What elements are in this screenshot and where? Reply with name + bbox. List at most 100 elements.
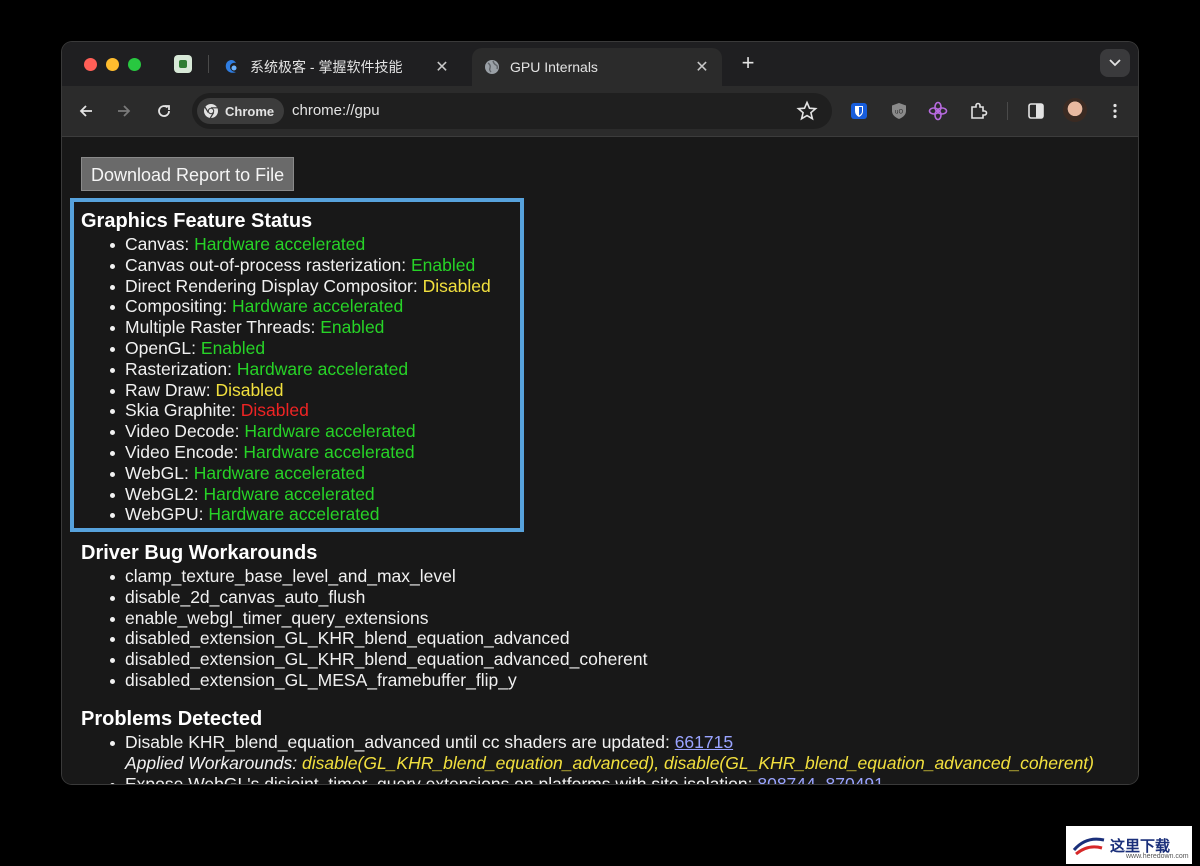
ai-extension-icon[interactable] bbox=[926, 99, 950, 123]
site-info-chip[interactable]: Chrome bbox=[197, 98, 285, 124]
feature-status-item: Canvas out-of-process rasterization: Ena… bbox=[110, 254, 491, 276]
browser-window: 系统极客 - 掌握软件技能 ✕ GPU Internals ✕ + Chrome… bbox=[62, 42, 1138, 784]
download-report-button[interactable]: Download Report to File bbox=[81, 157, 295, 191]
feature-name: Compositing: bbox=[125, 296, 232, 317]
back-button[interactable] bbox=[74, 99, 98, 123]
chip-label: Chrome bbox=[225, 103, 275, 119]
feature-status-item: OpenGL: Enabled bbox=[110, 337, 491, 359]
more-vert-icon bbox=[1113, 103, 1117, 119]
feature-status-value: Enabled bbox=[410, 254, 476, 275]
puzzle-icon bbox=[971, 102, 988, 119]
feature-status-value: Hardware accelerated bbox=[236, 358, 409, 379]
close-tab-icon[interactable]: ✕ bbox=[434, 57, 450, 77]
tab-gpu-internals[interactable]: GPU Internals ✕ bbox=[472, 48, 722, 86]
svg-text:uO: uO bbox=[895, 109, 904, 116]
feature-name: Canvas out-of-process rasterization: bbox=[125, 254, 411, 275]
applied-workarounds: Applied Workarounds: disable(GL_KHR_blen… bbox=[125, 753, 1094, 773]
feature-status-item: Multiple Raster Threads: Enabled bbox=[110, 317, 491, 338]
feature-status-value: Enabled bbox=[320, 317, 385, 338]
feature-name: OpenGL: bbox=[125, 337, 201, 358]
minimize-window-button[interactable] bbox=[106, 58, 119, 71]
arrow-left-icon bbox=[79, 105, 92, 117]
graphics-feature-status-section: Graphics Feature Status Canvas: Hardware… bbox=[81, 208, 491, 525]
feature-status-list: Canvas: Hardware accelerated Canvas out-o… bbox=[81, 234, 491, 525]
feature-status-value: Disabled bbox=[422, 275, 491, 296]
site-favicon-icon bbox=[225, 60, 237, 73]
shield-icon bbox=[851, 103, 867, 119]
pinned-tab-icon bbox=[179, 60, 187, 68]
feature-status-value: Hardware accelerated bbox=[194, 234, 366, 254]
bug-link[interactable]: 661715 bbox=[675, 732, 733, 752]
tab-title: GPU Internals bbox=[510, 59, 598, 75]
applied-label: Applied Workarounds: bbox=[125, 752, 303, 773]
extensions-button[interactable] bbox=[966, 99, 990, 123]
section-heading: Driver Bug Workarounds bbox=[81, 542, 318, 564]
problems-list: Disable KHR_blend_equation_advanced unti… bbox=[81, 732, 1094, 784]
arrow-right-icon bbox=[118, 105, 131, 117]
feature-name: WebGPU: bbox=[125, 504, 209, 525]
feature-status-value: Hardware accelerated bbox=[232, 296, 404, 317]
address-bar[interactable]: Chrome chrome://gpu bbox=[192, 93, 832, 129]
feature-status-value: Hardware accelerated bbox=[244, 421, 416, 442]
new-tab-button[interactable]: + bbox=[736, 52, 760, 76]
section-heading: Problems Detected bbox=[81, 708, 263, 730]
feature-status-item: Skia Graphite: Disabled bbox=[110, 400, 491, 421]
tab-strip: 系统极客 - 掌握软件技能 ✕ GPU Internals ✕ + bbox=[62, 42, 1138, 86]
maximize-window-button[interactable] bbox=[128, 58, 141, 71]
feature-name: Video Decode: bbox=[125, 421, 245, 442]
page-content: Download Report to File Graphics Feature… bbox=[62, 137, 1138, 784]
feature-status-value: Hardware accelerated bbox=[208, 504, 380, 525]
feature-status-value: Hardware accelerated bbox=[243, 441, 415, 462]
close-window-button[interactable] bbox=[84, 58, 97, 71]
menu-button[interactable] bbox=[1103, 99, 1127, 123]
openai-flower-icon bbox=[928, 101, 948, 121]
tab-xitongjike[interactable]: 系统极客 - 掌握软件技能 ✕ bbox=[212, 48, 462, 86]
pinned-tab[interactable] bbox=[174, 55, 192, 73]
watermark-url: www.heredown.com bbox=[1126, 853, 1189, 860]
feature-status-item: WebGL: Hardware accelerated bbox=[110, 462, 491, 484]
toolbar: Chrome chrome://gpu uO bbox=[62, 86, 1138, 137]
tab-search-button[interactable] bbox=[1100, 49, 1130, 77]
workaround-item: disabled_extension_GL_KHR_blend_equation… bbox=[110, 628, 648, 649]
feature-status-item: Canvas: Hardware accelerated bbox=[110, 234, 491, 255]
feature-name: Direct Rendering Display Compositor: bbox=[125, 275, 423, 296]
bookmark-star-icon[interactable] bbox=[796, 100, 818, 122]
bug-link[interactable]: 808744 bbox=[757, 774, 815, 784]
feature-status-item: Compositing: Hardware accelerated bbox=[110, 296, 491, 317]
feature-status-item: Video Decode: Hardware accelerated bbox=[110, 421, 491, 442]
globe-icon bbox=[485, 60, 499, 74]
chevron-down-icon bbox=[1109, 59, 1121, 67]
feature-status-value: Hardware accelerated bbox=[193, 462, 365, 483]
feature-name: Rasterization: bbox=[125, 358, 237, 379]
problem-text: Expose WebGL's disjoint_timer_query exte… bbox=[125, 773, 758, 784]
feature-status-item: Raw Draw: Disabled bbox=[110, 379, 491, 401]
feature-status-value: Disabled bbox=[240, 400, 309, 421]
shield-icon: uO bbox=[892, 103, 906, 119]
reload-icon bbox=[158, 105, 170, 117]
workaround-item: disable_2d_canvas_auto_flush bbox=[110, 587, 648, 608]
workaround-list: clamp_texture_base_level_and_max_level di… bbox=[81, 566, 648, 691]
workaround-item: disabled_extension_GL_KHR_blend_equation… bbox=[110, 649, 648, 670]
feature-status-item: WebGPU: Hardware accelerated bbox=[110, 504, 491, 525]
feature-name: WebGL: bbox=[125, 462, 194, 483]
feature-name: Multiple Raster Threads: bbox=[125, 317, 321, 338]
forward-button[interactable] bbox=[112, 99, 136, 123]
feature-status-item: Direct Rendering Display Compositor: Dis… bbox=[110, 275, 491, 297]
ublock-extension-icon[interactable]: uO bbox=[887, 99, 911, 123]
list-item: Expose WebGL's disjoint_timer_query exte… bbox=[110, 773, 1094, 784]
profile-avatar[interactable] bbox=[1063, 98, 1087, 122]
feature-name: Raw Draw: bbox=[125, 379, 216, 400]
feature-name: WebGL2: bbox=[125, 483, 204, 504]
reload-button[interactable] bbox=[152, 99, 176, 123]
side-panel-icon bbox=[1028, 103, 1044, 119]
feature-name: Skia Graphite: bbox=[125, 400, 241, 421]
tab-title: 系统极客 - 掌握软件技能 bbox=[250, 59, 403, 75]
bug-link[interactable]: 870491 bbox=[826, 774, 884, 784]
bitwarden-extension-icon[interactable] bbox=[847, 99, 871, 123]
feature-status-item: Rasterization: Hardware accelerated bbox=[110, 358, 491, 380]
close-tab-icon[interactable]: ✕ bbox=[694, 57, 710, 77]
watermark-logo bbox=[1072, 837, 1105, 856]
side-panel-button[interactable] bbox=[1024, 99, 1048, 123]
watermark: 这里下载 www.heredown.com bbox=[1066, 826, 1192, 864]
url-text: chrome://gpu bbox=[292, 102, 380, 119]
